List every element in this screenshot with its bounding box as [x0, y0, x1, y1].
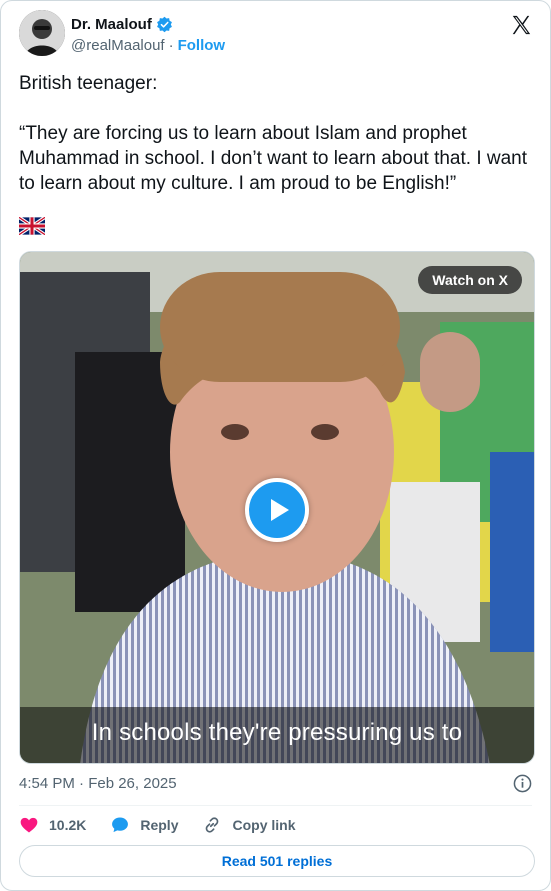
reply-label: Reply — [140, 817, 179, 833]
reply-bubble-icon — [112, 817, 129, 833]
avatar[interactable] — [19, 10, 65, 56]
follow-button[interactable]: Follow — [178, 37, 226, 54]
tweet-paragraph: “They are forcing us to learn about Isla… — [19, 123, 528, 194]
heart-icon — [20, 817, 38, 833]
like-button[interactable]: 10.2K — [19, 815, 86, 835]
like-count: 10.2K — [49, 817, 87, 833]
tweet-header: Dr. Maalouf @realMaalouf · Follow — [19, 10, 532, 58]
author-handle[interactable]: @realMaalouf — [71, 37, 165, 54]
verified-badge-icon — [156, 16, 172, 32]
play-icon — [271, 499, 289, 521]
divider — [19, 805, 532, 806]
video-player[interactable]: Watch on X In schools they're pressuring… — [19, 251, 535, 764]
author-block: Dr. Maalouf @realMaalouf · Follow — [71, 14, 226, 55]
read-replies-button[interactable]: Read 501 replies — [19, 845, 535, 877]
reply-button[interactable]: Reply — [110, 815, 178, 835]
handle-separator: · — [168, 37, 174, 54]
action-bar: 10.2K Reply Copy link — [19, 813, 320, 837]
link-icon — [206, 817, 219, 833]
author-name[interactable]: Dr. Maalouf — [71, 16, 152, 33]
tweet-card: Dr. Maalouf @realMaalouf · Follow Britis… — [0, 0, 551, 891]
tweet-paragraph: British teenager: — [19, 73, 158, 94]
play-button[interactable] — [245, 478, 309, 542]
tweet-timestamp[interactable]: 4:54 PM · Feb 26, 2025 — [19, 775, 177, 792]
tweet-text: British teenager: “They are forcing us t… — [19, 71, 534, 196]
copy-link-button[interactable]: Copy link — [202, 815, 296, 835]
video-caption: In schools they're pressuring us to — [20, 707, 534, 763]
uk-flag-icon — [19, 217, 45, 235]
info-icon[interactable] — [513, 774, 532, 793]
x-logo-icon[interactable] — [510, 14, 532, 36]
copy-link-label: Copy link — [232, 817, 296, 833]
watch-on-x-button[interactable]: Watch on X — [418, 266, 522, 294]
